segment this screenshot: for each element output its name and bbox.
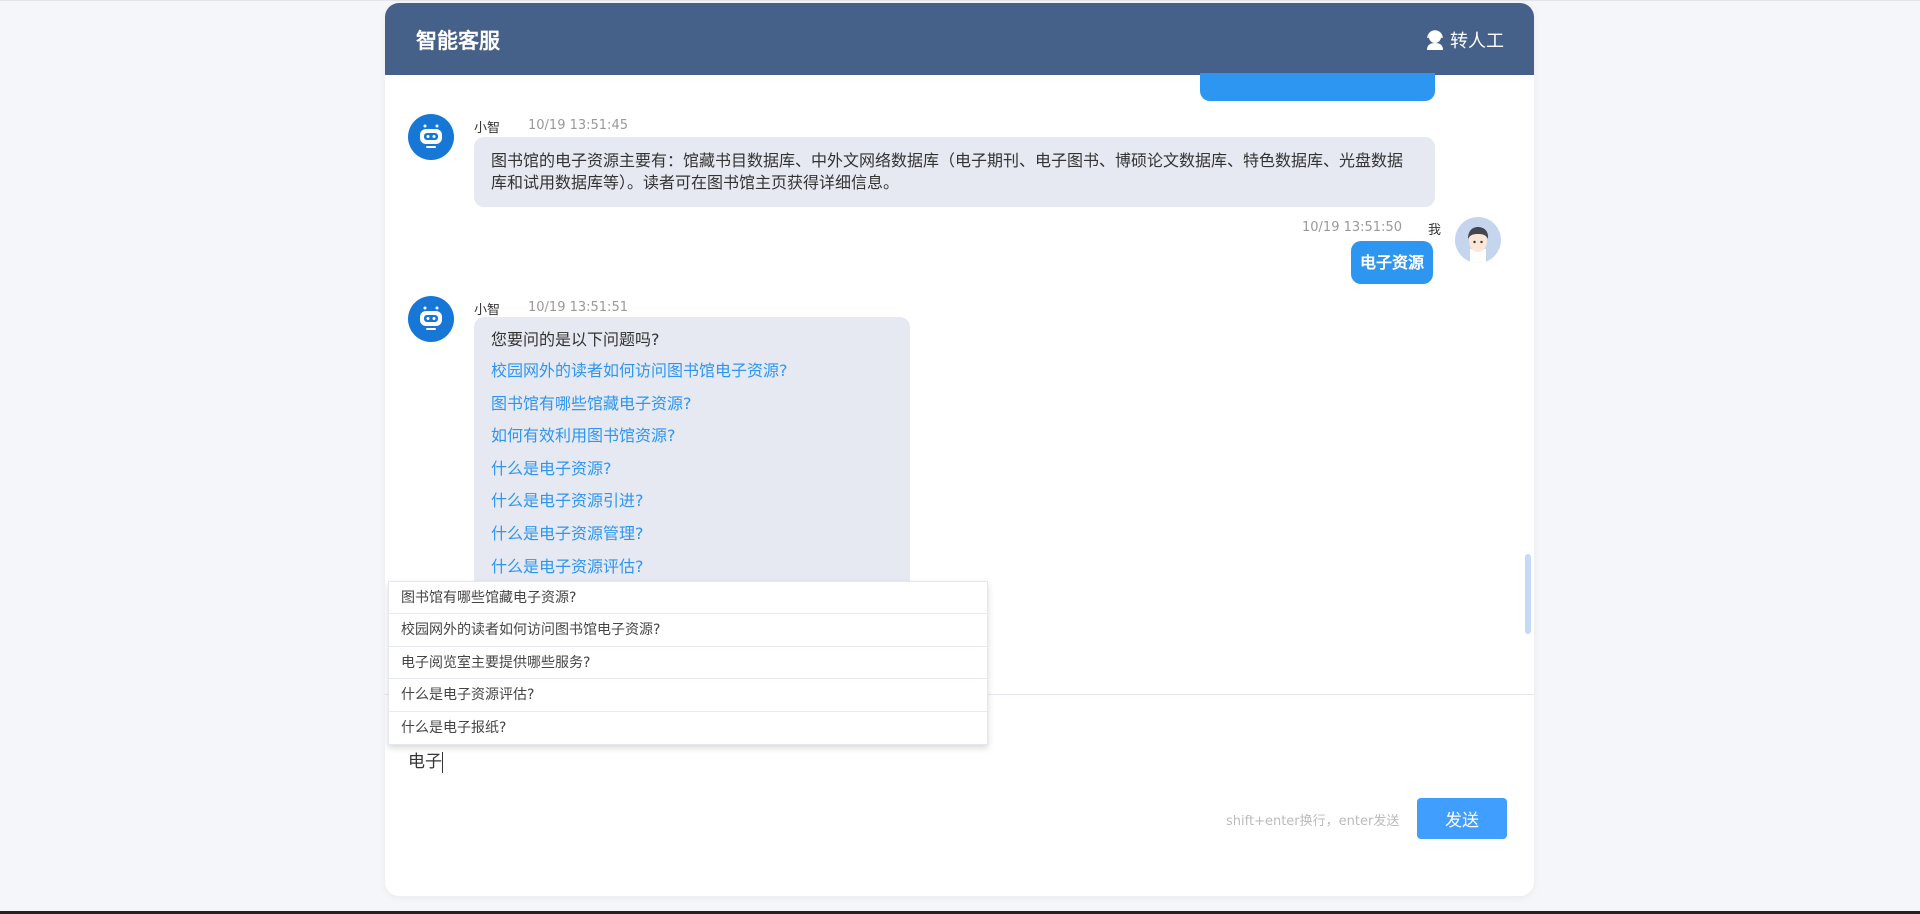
bot-avatar: [408, 296, 454, 342]
autocomplete-option[interactable]: 电子阅览室主要提供哪些服务?: [389, 647, 987, 680]
message-input-value: 电子: [408, 752, 442, 772]
suggested-question-link[interactable]: 校园网外的读者如何访问图书馆电子资源?: [491, 355, 893, 388]
send-hint: shift+enter换行，enter发送: [1226, 814, 1400, 829]
suggested-question-link[interactable]: 什么是电子资源管理?: [491, 518, 893, 551]
autocomplete-dropdown: 图书馆有哪些馆藏电子资源? 校园网外的读者如何访问图书馆电子资源? 电子阅览室主…: [388, 581, 988, 745]
suggested-question-link[interactable]: 什么是电子资源评估?: [491, 551, 893, 584]
sender-name: 我: [1428, 223, 1442, 238]
chat-window: 智能客服 转人工 小智 10/19 13:51:45 图书馆的电子资源主要有：馆…: [385, 3, 1534, 896]
autocomplete-option[interactable]: 什么是电子资源评估?: [389, 679, 987, 712]
message-input[interactable]: 电子: [408, 747, 443, 773]
sender-name: 小智: [474, 303, 501, 318]
user-avatar: [1455, 217, 1501, 263]
robot-icon: [420, 306, 442, 330]
transfer-to-human-button[interactable]: 转人工: [1426, 27, 1504, 53]
user-message-bubble: 电子资源: [1351, 241, 1434, 284]
bot-avatar: [408, 114, 454, 160]
chat-title: 智能客服: [416, 29, 500, 53]
autocomplete-option[interactable]: 图书馆有哪些馆藏电子资源?: [389, 582, 987, 615]
sender-name: 小智: [474, 121, 501, 136]
bot-message-bubble: 图书馆的电子资源主要有：馆藏书目数据库、中外文网络数据库（电子期刊、电子图书、博…: [474, 137, 1435, 207]
suggested-question-link[interactable]: 图书馆有哪些馆藏电子资源?: [491, 388, 893, 421]
message-list-scrollbar[interactable]: [1525, 554, 1531, 634]
autocomplete-option[interactable]: 什么是电子报纸?: [389, 712, 987, 744]
customer-service-icon: [1427, 30, 1443, 50]
autocomplete-option[interactable]: 校园网外的读者如何访问图书馆电子资源?: [389, 614, 987, 647]
robot-icon: [420, 124, 442, 148]
message-time: 10/19 13:51:45: [528, 118, 628, 133]
chat-header: 智能客服 转人工: [385, 3, 1534, 75]
previous-user-bubble-partial: [1200, 73, 1435, 101]
message-time: 10/19 13:51:50: [1302, 220, 1402, 235]
user-face-icon: [1468, 227, 1489, 263]
message-time: 10/19 13:51:51: [528, 300, 628, 315]
suggestion-intro: 您要问的是以下问题吗?: [491, 330, 660, 349]
suggested-question-link[interactable]: 如何有效利用图书馆资源?: [491, 420, 893, 453]
send-button[interactable]: 发送: [1417, 798, 1507, 839]
transfer-label: 转人工: [1450, 31, 1504, 52]
suggested-question-link[interactable]: 什么是电子资源?: [491, 453, 893, 486]
text-caret: [442, 751, 443, 773]
suggested-question-link[interactable]: 什么是电子资源引进?: [491, 485, 893, 518]
